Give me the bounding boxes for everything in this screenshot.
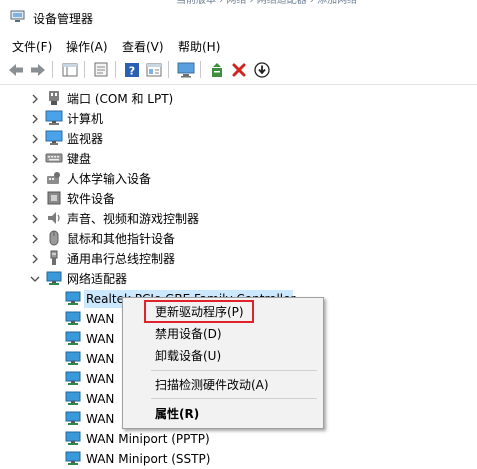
window-title: 设备管理器 [33, 12, 94, 26]
tree-item-computer[interactable]: 计算机 [67, 109, 103, 129]
tree-item-software-devices[interactable]: 软件设备 [67, 189, 115, 209]
svg-text:?: ? [128, 64, 134, 77]
menu-separator [151, 370, 317, 371]
keyboard-icon [45, 153, 63, 163]
tree-item-hid[interactable]: 人体学输入设备 [67, 169, 151, 189]
tree-item-wan[interactable]: WAN [86, 329, 114, 349]
computer-icon [45, 110, 63, 125]
monitor-icon [45, 130, 63, 145]
monitor-scan-icon[interactable] [176, 60, 195, 79]
network-adapter-icon [65, 291, 81, 305]
update-driver-icon[interactable] [207, 60, 226, 79]
tree-item-usb-controllers[interactable]: 通用串行总线控制器 [67, 249, 175, 269]
tree-item-wan[interactable]: WAN [86, 349, 114, 369]
chevron-right-icon[interactable] [29, 133, 41, 145]
menu-item-uninstall-device[interactable]: 卸载设备(U) [155, 347, 221, 365]
tree-item-mice[interactable]: 鼠标和其他指针设备 [67, 229, 175, 249]
menu-item-properties[interactable]: 属性(R) [155, 405, 199, 423]
chevron-right-icon[interactable] [29, 93, 41, 105]
software-device-icon [47, 191, 61, 205]
toolbar-separator [168, 61, 169, 78]
chevron-right-icon[interactable] [29, 233, 41, 245]
annotation-highlight-box [144, 300, 254, 323]
tree-item-wan[interactable]: WAN [86, 389, 114, 409]
title-bar: 当前版本 › 网络 › 网络适配器 › 添加网络 设备管理器 [0, 0, 477, 34]
network-adapter-icon [65, 431, 81, 445]
device-manager-icon [10, 10, 25, 22]
toolbar-separator [200, 61, 201, 78]
port-icon [49, 91, 59, 105]
chevron-right-icon[interactable] [29, 113, 41, 125]
menu-item-scan-hardware[interactable]: 扫描检测硬件改动(A) [155, 376, 269, 394]
toolbar-separator [115, 61, 116, 78]
tree-item-wan[interactable]: WAN [86, 409, 114, 429]
tree-item-wan[interactable]: WAN [86, 309, 114, 329]
uninstall-x-icon[interactable] [229, 60, 248, 79]
toolbar-separator [52, 61, 53, 78]
tree-item-keyboards[interactable]: 键盘 [67, 149, 91, 169]
chevron-right-icon[interactable] [29, 153, 41, 165]
menu-view[interactable]: 查看(V) [122, 38, 164, 55]
back-arrow-icon[interactable] [6, 60, 25, 79]
chevron-right-icon[interactable] [29, 213, 41, 225]
help-icon[interactable]: ? [122, 60, 141, 79]
tree-item-wan-miniport-pptp[interactable]: WAN Miniport (PPTP) [86, 429, 210, 449]
download-icon[interactable] [252, 60, 271, 79]
menu-action[interactable]: 操作(A) [66, 38, 108, 55]
properties-icon[interactable] [91, 60, 110, 79]
network-adapter-icon [46, 271, 62, 285]
network-adapter-icon [65, 391, 81, 405]
tree-item-wan[interactable]: WAN [86, 369, 114, 389]
menu-help[interactable]: 帮助(H) [178, 38, 220, 55]
menu-file[interactable]: 文件(F) [12, 38, 52, 55]
toolbar-separator [84, 61, 85, 78]
tree-item-sound-video-game[interactable]: 声音、视频和游戏控制器 [67, 209, 199, 229]
tree-item-ports[interactable]: 端口 (COM 和 LPT) [67, 89, 173, 109]
mouse-icon [49, 230, 59, 246]
network-adapter-icon [65, 371, 81, 385]
background-window-breadcrumb: 当前版本 › 网络 › 网络适配器 › 添加网络 [176, 0, 358, 6]
view-icon[interactable] [144, 60, 163, 79]
tree-item-monitors[interactable]: 监视器 [67, 129, 103, 149]
show-hide-tree-icon[interactable] [60, 60, 79, 79]
menu-item-disable-device[interactable]: 禁用设备(D) [155, 325, 222, 343]
network-adapter-icon [65, 331, 81, 345]
tree-item-wan-miniport-sstp[interactable]: WAN Miniport (SSTP) [86, 449, 210, 469]
network-adapter-icon [65, 351, 81, 365]
chevron-right-icon[interactable] [29, 193, 41, 205]
chevron-down-icon[interactable] [29, 273, 41, 285]
tree-item-network-adapters[interactable]: 网络适配器 [67, 269, 127, 289]
usb-icon [50, 250, 58, 265]
forward-arrow-icon[interactable] [28, 60, 47, 79]
network-adapter-icon [65, 411, 81, 425]
chevron-right-icon[interactable] [29, 173, 41, 185]
hid-icon [47, 172, 60, 184]
speaker-icon [48, 212, 60, 224]
menu-separator [151, 398, 317, 399]
chevron-right-icon[interactable] [29, 253, 41, 265]
network-adapter-icon [65, 311, 81, 325]
network-adapter-icon [65, 451, 81, 465]
